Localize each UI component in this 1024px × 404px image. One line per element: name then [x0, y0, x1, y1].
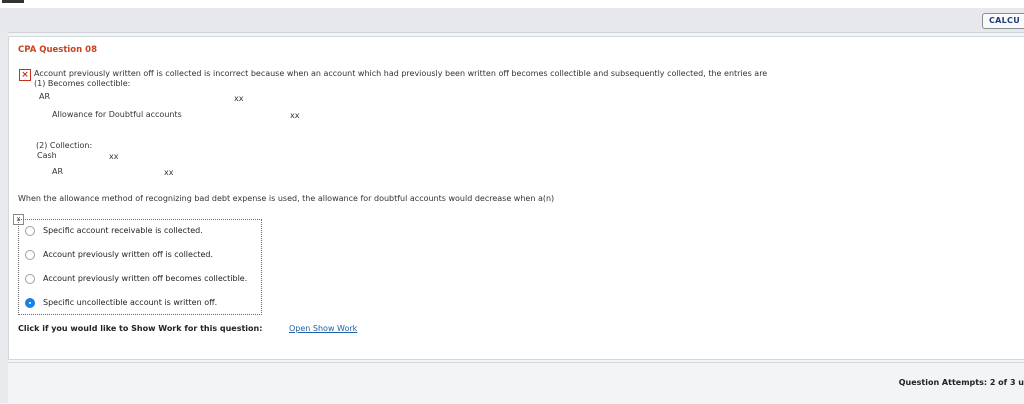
radio-button-icon[interactable]	[25, 274, 35, 284]
entry1-debit-amount: xx	[234, 94, 244, 103]
entry2-debit-amount: xx	[109, 152, 119, 161]
entry2-debit: Cash	[37, 151, 57, 160]
feedback-line-1: Account previously written off is collec…	[34, 69, 768, 78]
entry1-credit: Allowance for Doubtful accounts	[52, 110, 182, 119]
radio-button-icon[interactable]	[25, 226, 35, 236]
calculator-button[interactable]: CALCU	[981, 13, 1024, 29]
entry2-credit: AR	[52, 167, 64, 176]
left-gutter	[0, 32, 8, 403]
top-strip-mark	[2, 0, 24, 3]
feedback-line-3: (2) Collection:	[36, 141, 93, 150]
question-prompt: When the allowance method of recognizing…	[18, 194, 555, 203]
radio-button-icon[interactable]	[25, 250, 35, 260]
option-4-label: Specific uncollectible account is writte…	[43, 298, 218, 307]
open-show-work-link[interactable]: Open Show Work	[289, 324, 357, 333]
option-3[interactable]: Account previously written off becomes c…	[25, 272, 257, 286]
radio-button-selected-icon[interactable]	[25, 298, 35, 308]
option-1[interactable]: Specific account receivable is collected…	[25, 224, 257, 238]
top-strip	[0, 0, 1024, 8]
option-1-label: Specific account receivable is collected…	[43, 226, 203, 235]
answer-choices: Specific account receivable is collected…	[18, 219, 262, 315]
entry1-credit-amount: xx	[290, 111, 300, 120]
incorrect-icon: ×	[19, 69, 31, 81]
entry2-credit-amount: xx	[164, 168, 174, 177]
question-title: CPA Question 08	[18, 45, 97, 55]
question-panel: CPA Question 08 × Account previously wri…	[8, 36, 1024, 360]
toolbar: CALCU	[0, 8, 1024, 33]
question-attempts: Question Attempts: 2 of 3 u	[898, 378, 1024, 387]
feedback-line-2: (1) Becomes collectible:	[34, 79, 131, 88]
option-3-label: Account previously written off becomes c…	[43, 274, 248, 283]
option-2[interactable]: Account previously written off is collec…	[25, 248, 257, 262]
show-work-label: Click if you would like to Show Work for…	[18, 324, 263, 333]
entry1-debit: AR	[39, 92, 51, 101]
footer: Question Attempts: 2 of 3 u	[8, 362, 1024, 404]
option-2-label: Account previously written off is collec…	[43, 250, 214, 259]
option-4[interactable]: Specific uncollectible account is writte…	[25, 296, 257, 310]
